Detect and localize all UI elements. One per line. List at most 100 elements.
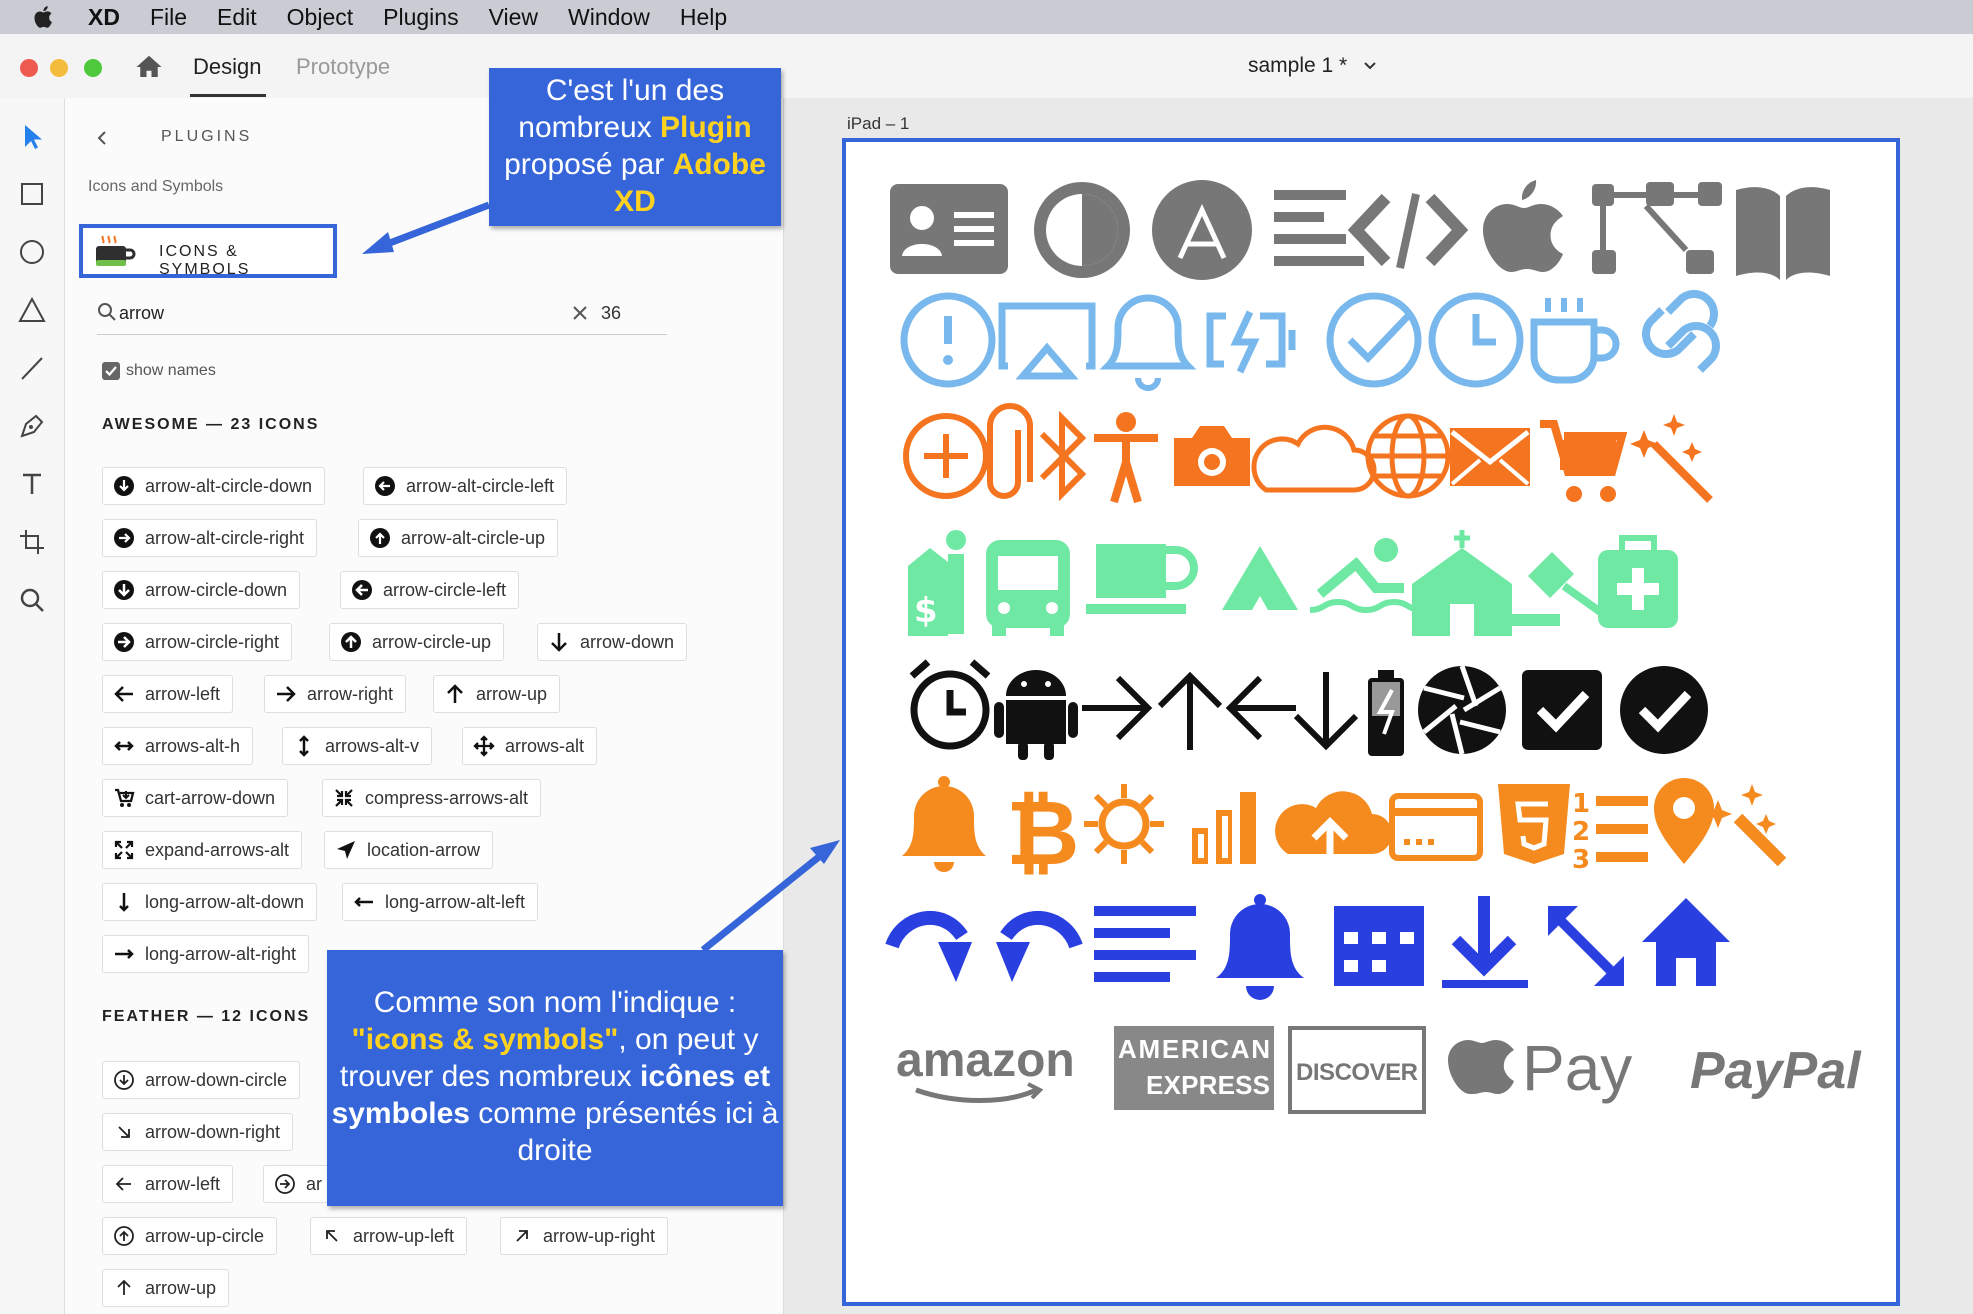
- icon-chip-label: arrow-up: [476, 683, 548, 704]
- chevron-down-icon[interactable]: [1362, 58, 1378, 74]
- window-minimize-button[interactable]: [50, 59, 68, 77]
- icon-chip-label: arrow-down-circle: [145, 1069, 288, 1090]
- rectangle-tool-icon[interactable]: [16, 178, 48, 210]
- icon-chip-arrow-left[interactable]: arrow-left: [102, 675, 234, 713]
- tab-prototype[interactable]: Prototype: [296, 54, 390, 80]
- pen-tool-icon[interactable]: [16, 410, 48, 442]
- arrow-alt-circle-right-icon: [114, 528, 134, 548]
- icon-chip-long-arrow-alt-left[interactable]: long-arrow-alt-left: [342, 883, 539, 921]
- menu-view[interactable]: View: [489, 4, 538, 31]
- camera-icon: [1174, 426, 1250, 486]
- icon-chip-long-arrow-alt-right[interactable]: long-arrow-alt-right: [102, 935, 310, 973]
- icon-chip-label: arrows-alt-h: [145, 735, 241, 756]
- menu-window[interactable]: Window: [568, 4, 650, 31]
- icon-chip-arrow-circle-left[interactable]: arrow-circle-left: [340, 571, 520, 609]
- polygon-tool-icon[interactable]: [16, 294, 48, 326]
- document-title[interactable]: sample 1 *: [1248, 54, 1347, 78]
- icon-chip-arrow-down-circle[interactable]: arrow-down-circle: [102, 1061, 301, 1099]
- menu-edit[interactable]: Edit: [217, 4, 257, 31]
- icon-chip-label: long-arrow-alt-down: [145, 891, 305, 912]
- home-icon[interactable]: [134, 52, 164, 82]
- icon-chip-arrow-alt-circle-left[interactable]: arrow-alt-circle-left: [363, 467, 568, 505]
- arrow-circle-up-icon: [341, 632, 361, 652]
- icon-chip-arrows-alt-h[interactable]: arrows-alt-h: [102, 727, 254, 765]
- icon-chip-arrows-alt-v[interactable]: arrows-alt-v: [282, 727, 433, 765]
- menu-help[interactable]: Help: [680, 4, 727, 31]
- icon-chip-arrow-circle-down[interactable]: arrow-circle-down: [102, 571, 301, 609]
- menu-app-name[interactable]: XD: [88, 4, 120, 31]
- icon-chip-compress-arrows-alt[interactable]: compress-arrows-alt: [322, 779, 542, 817]
- battery-charging-icon: [1206, 310, 1296, 374]
- icon-chip-label: arrow-up: [145, 1277, 217, 1298]
- icon-chip-arrow-alt-circle-down[interactable]: arrow-alt-circle-down: [102, 467, 326, 505]
- expand-arrows-alt-icon: [114, 840, 134, 860]
- icon-row-brands: amazon AMERICAN EXPRESS DISCOVER Pay Pay…: [896, 1026, 1862, 1114]
- search-input[interactable]: [117, 302, 521, 325]
- icon-chip-arrow-right[interactable]: arrow-right: [264, 675, 407, 713]
- tab-design[interactable]: Design: [193, 54, 261, 80]
- icon-chip-label: arrows-alt-v: [325, 735, 420, 756]
- show-names-row[interactable]: show names: [102, 360, 216, 382]
- callout1-text-b: proposé par: [504, 148, 673, 181]
- arrow-down-icon: [1293, 672, 1359, 751]
- church-icon: [1412, 530, 1512, 636]
- apple-icon: [1483, 180, 1563, 272]
- envelope-icon: [1450, 428, 1530, 486]
- icon-chip-arrow-down[interactable]: arrow-down: [537, 623, 688, 661]
- icon-chip-feather-arrow-up[interactable]: arrow-up: [102, 1269, 230, 1307]
- window-close-button[interactable]: [20, 59, 38, 77]
- artboard-tool-icon[interactable]: [16, 526, 48, 558]
- icon-chip-arrow-up-left[interactable]: arrow-up-left: [310, 1217, 468, 1255]
- menu-object[interactable]: Object: [287, 4, 353, 31]
- calendar-icon: [1334, 906, 1424, 986]
- icon-chip-label: arrow-circle-down: [145, 579, 288, 600]
- window-maximize-button[interactable]: [84, 59, 102, 77]
- icon-chip-arrow-up-right[interactable]: arrow-up-right: [500, 1217, 669, 1255]
- icon-chip-long-arrow-alt-down[interactable]: long-arrow-alt-down: [102, 883, 318, 921]
- icon-chip-arrow-circle-right[interactable]: arrow-circle-right: [102, 623, 293, 661]
- icon-chip-location-arrow[interactable]: location-arrow: [324, 831, 494, 869]
- arrow-circle-right-icon: [114, 632, 134, 652]
- long-arrow-alt-left-icon: [354, 897, 373, 907]
- paypal-text: PayPal: [1690, 1042, 1862, 1100]
- icon-size-input[interactable]: [599, 302, 669, 325]
- icon-chip-arrow-down-right[interactable]: arrow-down-right: [102, 1113, 294, 1151]
- icon-chip-expand-arrows-alt[interactable]: expand-arrows-alt: [102, 831, 303, 869]
- menu-plugins[interactable]: Plugins: [383, 4, 458, 31]
- airplay-icon: [998, 302, 1096, 380]
- icon-chip-arrow-up[interactable]: arrow-up: [433, 675, 561, 713]
- select-tool-icon[interactable]: [16, 120, 48, 152]
- menu-file[interactable]: File: [150, 4, 187, 31]
- amazon-text: amazon: [896, 1034, 1075, 1087]
- design-canvas[interactable]: iPad – 1 $ ₿ 1 2 3 amazon AMERICAN EXPRE…: [784, 98, 1973, 1314]
- icon-chip-arrow-circle-up[interactable]: arrow-circle-up: [329, 623, 505, 661]
- line-tool-icon[interactable]: [16, 352, 48, 384]
- mug-icon: [1086, 544, 1198, 614]
- artboard-label[interactable]: iPad – 1: [847, 114, 909, 134]
- swimmer-icon: [1309, 538, 1423, 614]
- shopping-cart-icon: [1540, 420, 1628, 502]
- icon-chip-arrows-alt[interactable]: arrows-alt: [462, 727, 598, 765]
- icon-chip-arrow-alt-circle-right[interactable]: arrow-alt-circle-right: [102, 519, 318, 557]
- zoom-tool-icon[interactable]: [16, 584, 48, 616]
- location-arrow-icon: [337, 841, 355, 859]
- icon-chip-label: arrow-up-left: [353, 1225, 455, 1246]
- redo-icon: [885, 911, 972, 982]
- icon-chip-arrow-alt-circle-up[interactable]: arrow-alt-circle-up: [358, 519, 559, 557]
- american-express-logo-icon: AMERICAN EXPRESS: [1114, 1026, 1274, 1110]
- callout2-highlight: "icons & symbols": [351, 1023, 619, 1056]
- discover-text: DISCOVER: [1296, 1059, 1418, 1086]
- icon-chip-cart-arrow-down[interactable]: cart-arrow-down: [102, 779, 289, 817]
- artboard-ipad-1[interactable]: $ ₿ 1 2 3 amazon AMERICAN EXPRESS DISCOV…: [842, 138, 1900, 1306]
- ellipse-tool-icon[interactable]: [16, 236, 48, 268]
- text-tool-icon[interactable]: [16, 468, 48, 500]
- bell-icon: [1216, 894, 1304, 1000]
- show-names-checkbox[interactable]: [102, 362, 120, 380]
- clear-search-icon[interactable]: [571, 304, 589, 322]
- apple-menu-icon[interactable]: [30, 3, 58, 31]
- arrow-circle-down-icon: [114, 580, 134, 600]
- download-icon: [1442, 896, 1528, 988]
- back-chevron-icon[interactable]: [95, 130, 109, 146]
- icon-chip-arrow-up-circle[interactable]: arrow-up-circle: [102, 1217, 278, 1255]
- icon-chip-feather-arrow-left[interactable]: arrow-left: [102, 1165, 234, 1203]
